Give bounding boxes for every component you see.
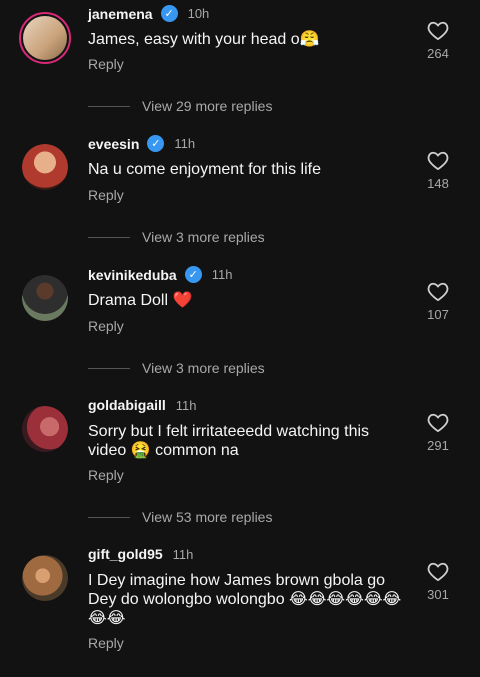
like-count: 301	[427, 587, 449, 602]
avatar[interactable]	[22, 144, 68, 190]
divider	[88, 516, 130, 518]
comments-feed: janemena ✓ 10h James, easy with your hea…	[0, 0, 480, 677]
timestamp: 11h	[172, 546, 194, 562]
view-more-replies[interactable]: View 29 more replies	[88, 98, 272, 114]
verified-badge-icon: ✓	[160, 5, 178, 22]
comment-text: Drama Doll ❤️	[88, 292, 193, 309]
heart-icon	[427, 282, 449, 301]
like-count: 107	[427, 307, 449, 322]
username[interactable]: gift_gold95	[88, 546, 163, 562]
heart-icon	[427, 151, 449, 170]
reply-button[interactable]: Reply	[88, 635, 124, 651]
like-button[interactable]: 107	[420, 281, 456, 322]
view-more-replies-label: View 53 more replies	[142, 509, 273, 525]
reply-button[interactable]: Reply	[88, 467, 124, 483]
like-count: 264	[427, 46, 449, 61]
comment-text: Na u come enjoyment for this life	[88, 161, 321, 178]
heart-icon	[427, 413, 449, 432]
avatar[interactable]	[22, 555, 68, 601]
comment-text: I Dey imagine how James brown gbola go D…	[88, 572, 402, 627]
view-more-replies-label: View 3 more replies	[142, 360, 265, 376]
comment-text: Sorry but I felt irritateeedd watching t…	[88, 423, 370, 459]
view-more-replies-label: View 29 more replies	[142, 98, 273, 114]
like-button[interactable]: 291	[420, 412, 456, 453]
timestamp: 10h	[187, 6, 210, 21]
heart-icon	[427, 562, 449, 581]
view-more-replies[interactable]: View 3 more replies	[88, 360, 265, 376]
divider	[88, 105, 130, 107]
username[interactable]: kevinikeduba	[88, 267, 177, 283]
like-button[interactable]: 148	[420, 150, 456, 191]
like-button[interactable]: 301	[420, 561, 456, 602]
view-more-replies[interactable]: View 3 more replies	[88, 229, 265, 245]
username[interactable]: janemena	[88, 6, 153, 22]
comment-text: James, easy with your head o😤	[88, 31, 320, 48]
divider	[88, 236, 130, 238]
username[interactable]: eveesin	[88, 136, 139, 152]
divider	[88, 367, 130, 369]
username[interactable]: goldabigaill	[88, 397, 166, 413]
timestamp: 11h	[174, 136, 196, 151]
verified-badge-icon: ✓	[184, 266, 202, 283]
view-more-replies-label: View 3 more replies	[142, 229, 265, 245]
reply-button[interactable]: Reply	[88, 187, 124, 203]
reply-button[interactable]: Reply	[88, 56, 124, 72]
like-button[interactable]: 264	[420, 20, 456, 61]
view-more-replies[interactable]: View 53 more replies	[88, 509, 272, 525]
timestamp: 11h	[175, 397, 197, 413]
avatar[interactable]	[19, 12, 71, 64]
heart-icon	[427, 21, 449, 40]
reply-button[interactable]: Reply	[88, 318, 124, 334]
avatar[interactable]	[22, 406, 68, 452]
like-count: 148	[427, 176, 449, 191]
like-count: 291	[427, 438, 449, 453]
timestamp: 11h	[211, 267, 233, 282]
verified-badge-icon: ✓	[147, 135, 165, 152]
avatar[interactable]	[22, 275, 68, 321]
